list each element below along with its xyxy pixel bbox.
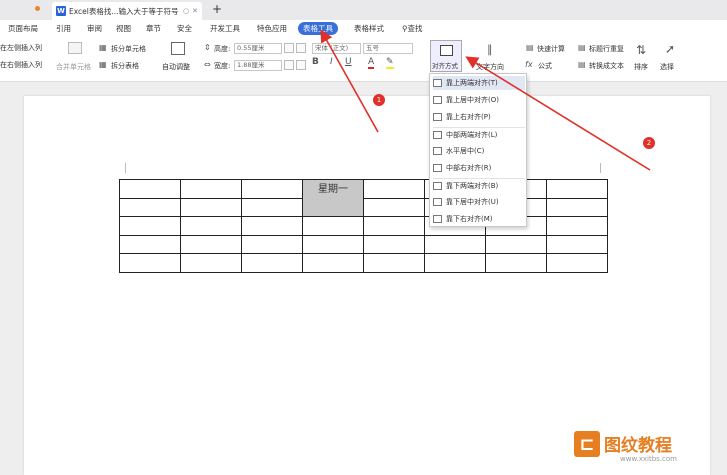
watermark-icon: ⊏	[574, 431, 600, 457]
annotation-arrows	[320, 29, 651, 171]
arrow-to-table-tools	[320, 29, 379, 133]
arrow-to-align-button	[465, 56, 651, 171]
watermark-url: www.xxitbs.com	[620, 455, 677, 463]
watermark-logo: ⊏ 图纹教程 www.xxitbs.com	[574, 425, 722, 467]
step-badge-1: 1	[373, 94, 385, 106]
watermark-text: 图纹教程	[604, 436, 672, 456]
step-badge-2: 2	[643, 137, 655, 149]
